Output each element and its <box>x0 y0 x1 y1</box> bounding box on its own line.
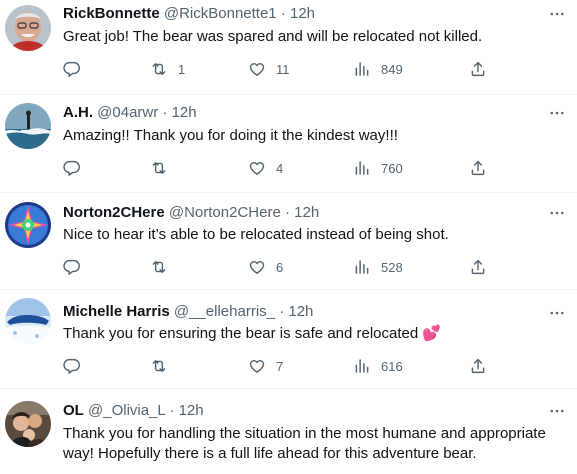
like-button[interactable]: 7 <box>248 356 283 376</box>
tweet-text: Thank you for handling the situation in … <box>63 425 546 462</box>
retweet-button[interactable]: 1 <box>150 59 185 79</box>
view-count: 528 <box>381 259 403 275</box>
more-icon[interactable] <box>547 103 567 123</box>
author-handle[interactable]: @__elleharris_ <box>174 303 275 320</box>
retweet-icon <box>150 60 168 78</box>
heart-icon <box>248 60 266 78</box>
tweet-text: Great job! The bear was spared and will … <box>63 28 483 45</box>
like-button[interactable]: 4 <box>248 158 283 178</box>
avatar[interactable] <box>5 401 51 447</box>
action-bar: 7 616 <box>63 356 503 376</box>
reply-button[interactable] <box>63 158 91 178</box>
author-handle[interactable]: @04arwr <box>97 104 158 121</box>
share-button[interactable] <box>469 257 487 277</box>
views-icon <box>353 258 371 276</box>
like-count: 6 <box>276 259 284 275</box>
reply-button[interactable] <box>63 59 91 79</box>
view-count: 760 <box>381 160 403 176</box>
reply-button[interactable] <box>63 356 91 376</box>
avatar[interactable] <box>5 298 51 344</box>
action-bar: 1 11 849 <box>63 59 503 79</box>
more-icon[interactable] <box>547 203 567 223</box>
retweet-button[interactable] <box>150 257 178 277</box>
retweet-icon <box>150 357 168 375</box>
reply-button[interactable] <box>63 257 91 277</box>
more-icon[interactable] <box>547 401 567 421</box>
reply-icon <box>63 258 81 276</box>
view-count: 849 <box>381 61 403 77</box>
like-count: 7 <box>276 358 284 374</box>
tweet[interactable]: Norton2CHere @Norton2CHere · 12h Nice to… <box>0 193 577 290</box>
views-button[interactable]: 849 <box>353 59 403 79</box>
share-button[interactable] <box>469 158 487 178</box>
share-button[interactable] <box>469 59 487 79</box>
share-icon <box>469 159 487 177</box>
author-handle[interactable]: @Norton2CHere <box>169 204 281 221</box>
retweet-count: 1 <box>178 61 186 77</box>
separator: · <box>279 303 285 320</box>
heart-icon <box>248 159 266 177</box>
tweet[interactable]: A.H. @04arwr · 12h Amazing!! Thank you f… <box>0 95 577 193</box>
author-name[interactable]: OL <box>63 402 84 419</box>
avatar[interactable] <box>5 103 51 149</box>
timestamp[interactable]: 12h <box>288 303 313 320</box>
tweet-text: Nice to hear it’s able to be relocated i… <box>63 226 449 243</box>
separator: · <box>280 5 286 22</box>
timestamp[interactable]: 12h <box>172 104 197 121</box>
retweet-button[interactable] <box>150 158 178 178</box>
more-icon[interactable] <box>547 303 567 323</box>
action-bar: 4 760 <box>63 158 503 178</box>
views-button[interactable]: 616 <box>353 356 403 376</box>
like-count: 4 <box>276 160 284 176</box>
views-icon <box>353 357 371 375</box>
avatar[interactable] <box>5 5 51 51</box>
heart-icon <box>248 357 266 375</box>
action-bar: 6 528 <box>63 257 503 277</box>
more-icon[interactable] <box>547 4 567 24</box>
author-handle[interactable]: @RickBonnette1 <box>164 5 277 22</box>
author-name[interactable]: Michelle Harris <box>63 303 170 320</box>
share-icon <box>469 258 487 276</box>
heart-icon <box>248 258 266 276</box>
reply-icon <box>63 357 81 375</box>
share-icon <box>469 357 487 375</box>
timestamp[interactable]: 12h <box>290 5 315 22</box>
like-button[interactable]: 11 <box>248 59 290 79</box>
views-button[interactable]: 528 <box>353 257 403 277</box>
separator: · <box>169 402 175 419</box>
avatar[interactable] <box>5 202 51 248</box>
separator: · <box>284 204 290 221</box>
timestamp[interactable]: 12h <box>179 402 204 419</box>
author-handle[interactable]: @_Olivia_L <box>88 402 165 419</box>
like-button[interactable]: 6 <box>248 257 283 277</box>
tweet[interactable]: RickBonnette @RickBonnette1 · 12h Great … <box>0 0 577 95</box>
author-name[interactable]: RickBonnette <box>63 5 160 22</box>
views-button[interactable]: 760 <box>353 158 403 178</box>
timestamp[interactable]: 12h <box>294 204 319 221</box>
retweet-icon <box>150 258 168 276</box>
separator: · <box>162 104 168 121</box>
like-count: 11 <box>276 61 290 77</box>
retweet-button[interactable] <box>150 356 178 376</box>
tweet[interactable]: OL @_Olivia_L · 12h Thank you for handli… <box>0 389 577 474</box>
author-name[interactable]: A.H. <box>63 104 93 121</box>
view-count: 616 <box>381 358 403 374</box>
retweet-icon <box>150 159 168 177</box>
author-name[interactable]: Norton2CHere <box>63 204 165 221</box>
tweet-text: Thank you for ensuring the bear is safe … <box>63 325 442 342</box>
views-icon <box>353 60 371 78</box>
tweet-text: Amazing!! Thank you for doing it the kin… <box>63 127 398 144</box>
share-icon <box>469 60 487 78</box>
reply-icon <box>63 60 81 78</box>
reply-feed: RickBonnette @RickBonnette1 · 12h Great … <box>0 0 577 474</box>
share-button[interactable] <box>469 356 487 376</box>
views-icon <box>353 159 371 177</box>
tweet[interactable]: Michelle Harris @__elleharris_ · 12h Tha… <box>0 290 577 389</box>
reply-icon <box>63 159 81 177</box>
